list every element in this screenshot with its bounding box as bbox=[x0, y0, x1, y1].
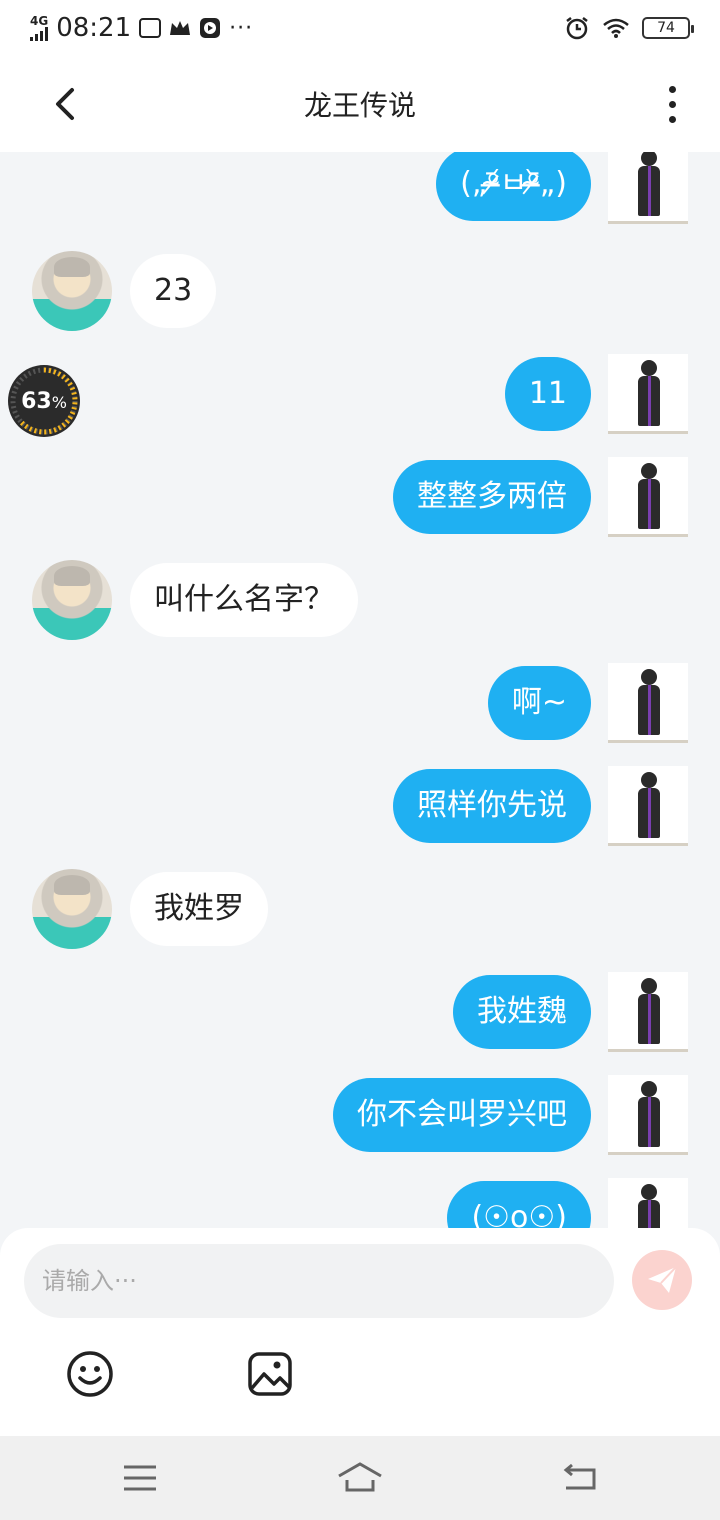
contact-avatar[interactable] bbox=[32, 560, 112, 640]
battery-level: 74 bbox=[657, 20, 675, 36]
message-row-incoming: 23 bbox=[0, 251, 720, 331]
message-row-outgoing: 啊~ bbox=[0, 663, 720, 743]
my-avatar[interactable] bbox=[608, 972, 688, 1052]
message-bubble-outgoing[interactable]: 你不会叫罗兴吧 bbox=[333, 1078, 591, 1152]
image-button[interactable] bbox=[246, 1350, 294, 1398]
status-bar: 4G 08:21 ··· 74 bbox=[0, 0, 720, 56]
message-bubble-outgoing[interactable]: 11 bbox=[504, 357, 591, 431]
message-bubble-outgoing[interactable]: (☉o☉) bbox=[447, 1181, 591, 1228]
send-icon bbox=[648, 1266, 677, 1293]
alarm-icon bbox=[566, 17, 588, 40]
my-avatar[interactable] bbox=[608, 354, 688, 434]
send-button[interactable] bbox=[632, 1250, 692, 1310]
message-row-outgoing: („ᵒ̴̶̷᷄ㅂᵒ̴̶̷᷅„) bbox=[0, 152, 720, 224]
message-row-outgoing: (☉o☉) bbox=[0, 1178, 720, 1228]
contact-avatar[interactable] bbox=[32, 869, 112, 949]
more-vertical-icon bbox=[668, 85, 676, 93]
notification-icon bbox=[139, 18, 162, 38]
battery-icon: 74 bbox=[642, 17, 694, 39]
message-row-outgoing: 你不会叫罗兴吧 bbox=[0, 1075, 720, 1155]
emoji-button[interactable] bbox=[66, 1350, 114, 1398]
message-bubble-outgoing[interactable]: 照样你先说 bbox=[393, 769, 591, 843]
network-type: 4G bbox=[30, 13, 49, 28]
message-row-incoming: 叫什么名字？ bbox=[0, 560, 720, 640]
system-nav-bar bbox=[0, 1436, 720, 1520]
video-icon bbox=[200, 18, 221, 38]
home-button[interactable] bbox=[336, 1456, 384, 1500]
more-options-button[interactable] bbox=[652, 80, 692, 128]
memory-boost-badge[interactable]: 63% bbox=[8, 365, 80, 437]
back-arrow-icon bbox=[56, 88, 74, 120]
status-time: 08:21 bbox=[56, 13, 132, 43]
chat-header: 龙王传说 bbox=[0, 56, 720, 152]
menu-button[interactable] bbox=[118, 1456, 162, 1500]
my-avatar[interactable] bbox=[608, 1075, 688, 1155]
message-bubble-outgoing[interactable]: 我姓魏 bbox=[453, 975, 591, 1049]
message-row-outgoing: 照样你先说 bbox=[0, 766, 720, 846]
my-avatar[interactable] bbox=[608, 1178, 688, 1228]
message-bubble-incoming[interactable]: 我姓罗 bbox=[130, 872, 268, 946]
message-bubble-outgoing[interactable]: 啊~ bbox=[487, 666, 591, 740]
message-bubble-incoming[interactable]: 叫什么名字？ bbox=[130, 563, 358, 637]
message-bubble-incoming[interactable]: 23 bbox=[130, 254, 217, 328]
my-avatar[interactable] bbox=[608, 766, 688, 846]
signal-icon: 4G bbox=[30, 13, 49, 41]
message-row-outgoing: 我姓魏 bbox=[0, 972, 720, 1052]
message-input[interactable] bbox=[24, 1244, 614, 1318]
back-button[interactable] bbox=[44, 80, 92, 128]
message-list[interactable]: („ᵒ̴̶̷᷄ㅂᵒ̴̶̷᷅„) 23 11 整整多两倍 叫什么名字？ 啊~ 照样… bbox=[0, 152, 720, 1228]
composer bbox=[0, 1228, 720, 1436]
chat-title: 龙王传说 bbox=[303, 89, 416, 122]
message-row-outgoing: 整整多两倍 bbox=[0, 457, 720, 537]
progress-value: 63% bbox=[21, 388, 67, 414]
return-button[interactable] bbox=[558, 1456, 602, 1500]
return-icon bbox=[563, 1463, 596, 1490]
crown-icon bbox=[170, 21, 191, 35]
contact-avatar[interactable] bbox=[32, 251, 112, 331]
more-status-icon: ··· bbox=[229, 15, 254, 41]
emoji-icon bbox=[67, 1351, 113, 1397]
my-avatar[interactable] bbox=[608, 457, 688, 537]
menu-icon bbox=[124, 1465, 156, 1491]
wifi-icon bbox=[603, 18, 629, 38]
message-bubble-outgoing[interactable]: („ᵒ̴̶̷᷄ㅂᵒ̴̶̷᷅„) bbox=[436, 152, 591, 221]
my-avatar[interactable] bbox=[608, 663, 688, 743]
my-avatar[interactable] bbox=[608, 152, 688, 224]
message-row-incoming: 我姓罗 bbox=[0, 869, 720, 949]
message-bubble-outgoing[interactable]: 整整多两倍 bbox=[393, 460, 591, 534]
home-icon bbox=[338, 1462, 382, 1492]
message-row-outgoing: 11 bbox=[0, 354, 720, 434]
image-icon bbox=[248, 1352, 292, 1396]
